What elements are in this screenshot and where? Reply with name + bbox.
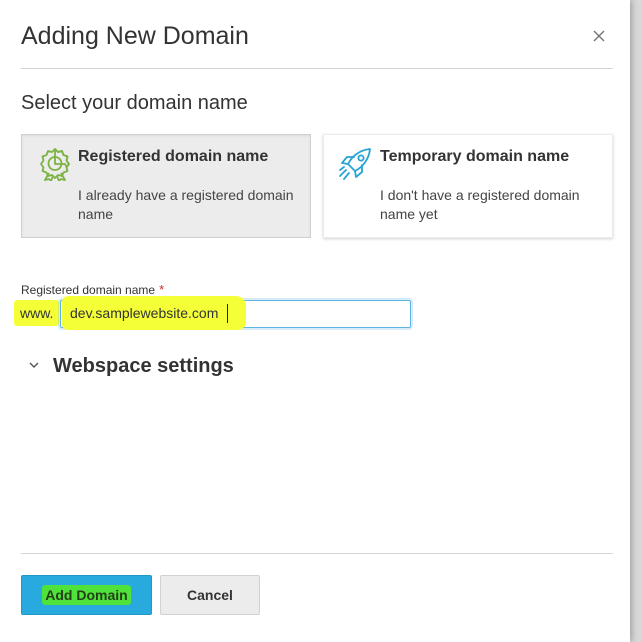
option-description: I already have a registered domain name	[78, 187, 294, 222]
domain-field-label-text: Registered domain name	[21, 283, 156, 297]
add-domain-button[interactable]: Add Domain	[21, 575, 152, 615]
dialog-title: Adding New Domain	[21, 22, 249, 50]
www-prefix: www.	[14, 300, 60, 326]
option-title: Registered domain name	[78, 148, 269, 165]
close-icon[interactable]	[591, 28, 607, 44]
add-domain-dialog: Adding New Domain Select your domain nam…	[0, 0, 630, 642]
cancel-button[interactable]: Cancel	[160, 575, 260, 615]
option-temporary-domain[interactable]: Temporary domain name I don't have a reg…	[323, 134, 613, 238]
webspace-settings-label: Webspace settings	[53, 355, 234, 377]
domain-field-label: Registered domain name *	[21, 282, 164, 297]
section-title: Select your domain name	[21, 92, 248, 114]
option-title: Temporary domain name	[380, 148, 570, 165]
domain-name-input[interactable]	[60, 300, 411, 328]
option-description: I don't have a registered domain name ye…	[380, 187, 580, 222]
rocket-icon	[339, 148, 371, 180]
award-badge-icon	[40, 148, 70, 181]
footer-divider	[21, 553, 613, 554]
option-registered-domain[interactable]: Registered domain name I already have a …	[21, 134, 311, 238]
chevron-down-icon	[29, 362, 39, 368]
required-mark: *	[159, 282, 165, 297]
text-caret	[227, 304, 228, 323]
header-divider	[21, 68, 613, 69]
add-domain-button-label: Add Domain	[42, 585, 131, 605]
